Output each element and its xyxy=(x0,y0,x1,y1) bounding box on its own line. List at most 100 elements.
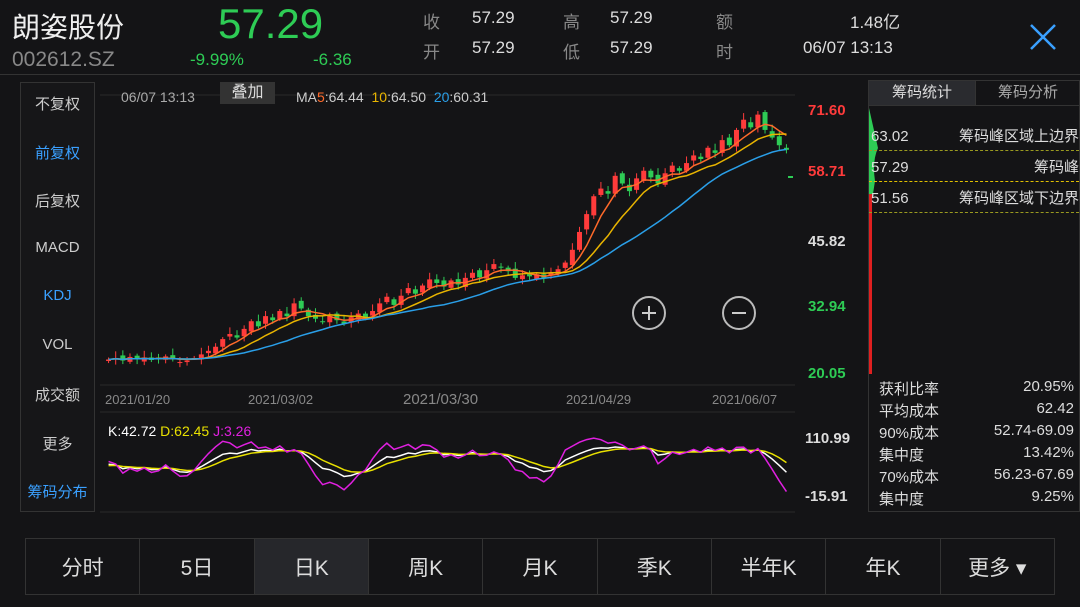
x-axis-label: 2021/06/07 xyxy=(712,392,777,407)
x-axis-label: 2021/04/29 xyxy=(566,392,631,407)
chip-line xyxy=(869,212,1079,213)
candle xyxy=(691,150,697,166)
ma-legend: MA5:64.44 10:64.50 20:60.31 xyxy=(296,89,488,105)
candle xyxy=(398,289,404,309)
chip-label: 筹码峰区域下边界 xyxy=(958,190,1079,207)
candle xyxy=(255,314,261,329)
quote-label: 额 xyxy=(716,13,733,32)
chip-stat: 70%成本 56.23-67.69 xyxy=(879,466,1074,487)
ma5-line xyxy=(108,123,787,361)
quote-label: 开 xyxy=(423,43,440,62)
overlay-button[interactable]: 叠加 xyxy=(220,82,275,104)
candle xyxy=(170,348,176,362)
kdj-legend: K:42.72 D:62.45 J:3.26 xyxy=(108,423,251,439)
stat-label: 平均成本 xyxy=(879,403,940,420)
candle xyxy=(719,135,725,157)
candle xyxy=(733,127,739,152)
candle xyxy=(298,297,304,311)
stat-label: 70%成本 xyxy=(879,469,940,486)
period-tabs: 分时 5日 日K 周K 月K 季K 半年K 年K 更多 ▾ xyxy=(25,538,1055,595)
chip-row: 57.29 筹码峰 xyxy=(871,157,1079,179)
candle xyxy=(305,307,311,322)
candle xyxy=(234,330,240,340)
quote-value: 1.48亿 xyxy=(850,13,901,32)
candle xyxy=(198,347,204,365)
ma10-period: 10 xyxy=(371,89,388,105)
stat-label: 集中度 xyxy=(879,491,925,508)
ma20-value: :60.31 xyxy=(449,89,489,105)
candle xyxy=(291,298,297,320)
candle xyxy=(113,351,119,365)
candle xyxy=(284,306,290,322)
ma5-period: 5 xyxy=(317,89,325,105)
candle xyxy=(577,226,583,252)
zoom-in-button[interactable] xyxy=(632,296,666,330)
zoom-out-button[interactable] xyxy=(722,296,756,330)
quote-label: 时 xyxy=(716,43,733,62)
candle xyxy=(762,110,768,134)
divider xyxy=(869,105,1080,106)
stat-value: 13.42% xyxy=(1023,444,1074,461)
stat-label: 集中度 xyxy=(879,447,925,464)
quote-value: 06/07 13:13 xyxy=(803,38,893,57)
period-tab-5[interactable]: 季K xyxy=(598,539,712,594)
quote-value: 57.29 xyxy=(472,38,515,57)
chip-line xyxy=(869,181,1079,182)
quote-value: 57.29 xyxy=(610,8,653,27)
stat-label: 获利比率 xyxy=(879,381,940,398)
stat-value: 62.42 xyxy=(1036,400,1074,417)
period-tab-8[interactable]: 更多 ▾ xyxy=(941,539,1054,594)
tab-chip-stats[interactable]: 筹码统计 xyxy=(869,81,975,105)
plus-icon xyxy=(642,306,656,320)
chip-stat: 集中度 9.25% xyxy=(879,488,1074,509)
chip-row: 63.02 筹码峰区域上边界 xyxy=(871,126,1079,148)
period-tab-3[interactable]: 周K xyxy=(369,539,484,594)
candle xyxy=(441,276,447,291)
candle xyxy=(527,270,533,280)
x-axis-label: 2021/03/30 xyxy=(403,391,478,408)
ma20-period: 20 xyxy=(433,89,450,105)
cursor-time: 06/07 13:13 xyxy=(121,89,195,105)
stat-label: 90%成本 xyxy=(879,425,940,442)
quote-label: 低 xyxy=(563,43,580,62)
period-tab-6[interactable]: 半年K xyxy=(712,539,827,594)
chip-row: 51.56 筹码峰区域下边界 xyxy=(871,188,1079,210)
chip-stat: 集中度 13.42% xyxy=(879,444,1074,465)
candle xyxy=(148,352,154,363)
candle xyxy=(477,268,483,283)
tab-chip-analysis[interactable]: 筹码分析 xyxy=(975,81,1080,105)
y-axis-label: 45.82 xyxy=(808,233,846,250)
kdj-k: K:42.72 xyxy=(108,423,157,439)
chip-line xyxy=(869,150,1079,151)
period-tab-1[interactable]: 5日 xyxy=(140,539,255,594)
candle xyxy=(748,117,754,130)
candle xyxy=(227,327,233,341)
chip-label: 筹码峰区域上边界 xyxy=(958,128,1079,145)
ma5-value: :64.44 xyxy=(324,89,364,105)
y-axis-label: 71.60 xyxy=(808,102,846,119)
candle xyxy=(783,144,789,154)
candle xyxy=(605,186,611,199)
candle xyxy=(491,258,497,271)
stat-value: 9.25% xyxy=(1031,488,1074,505)
candle xyxy=(598,181,604,198)
candle xyxy=(726,133,732,148)
period-tab-2[interactable]: 日K xyxy=(254,539,369,594)
candle xyxy=(591,194,597,219)
ma-label: MA xyxy=(296,89,317,105)
period-tab-4[interactable]: 月K xyxy=(483,539,598,594)
chip-price: 51.56 xyxy=(871,190,909,207)
candle xyxy=(405,282,411,296)
candle xyxy=(320,316,326,325)
candle xyxy=(469,269,475,280)
chip-price: 57.29 xyxy=(871,159,909,176)
chip-price: 63.02 xyxy=(871,128,909,145)
quote-label: 收 xyxy=(423,13,440,32)
quote-value: 57.29 xyxy=(610,38,653,57)
candle xyxy=(384,293,390,305)
period-tab-0[interactable]: 分时 xyxy=(26,539,141,594)
chip-stat: 90%成本 52.74-69.09 xyxy=(879,422,1074,443)
chip-stat: 获利比率 20.95% xyxy=(879,378,1074,399)
kdj-bottom-label: -15.91 xyxy=(805,488,848,505)
period-tab-7[interactable]: 年K xyxy=(826,539,941,594)
